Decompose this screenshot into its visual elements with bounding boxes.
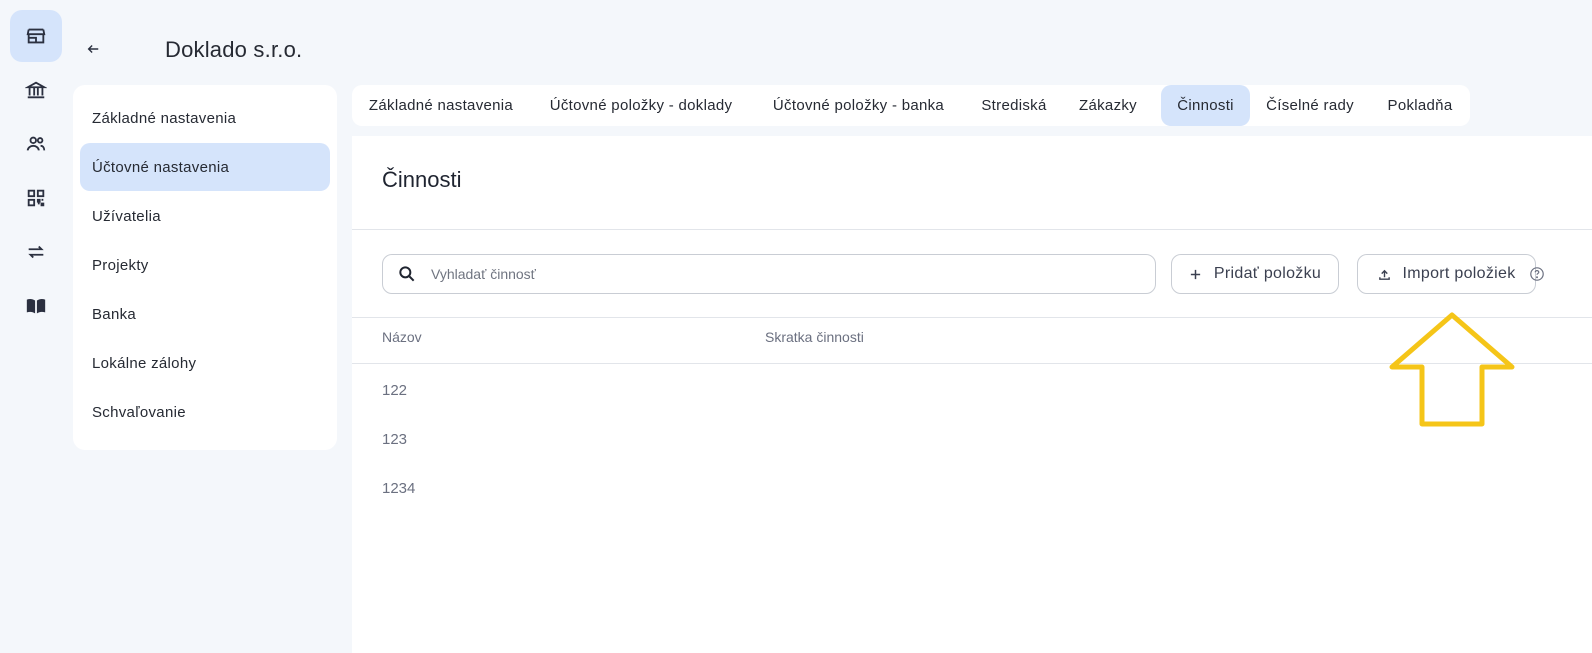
rail-bank-button[interactable] [10,64,62,116]
rail-users-button[interactable] [10,118,62,170]
divider [352,229,1592,230]
import-items-label: Import položiek [1402,265,1516,282]
settings-nav-item-basic[interactable]: Základné nastavenia [80,94,330,142]
search-input[interactable] [431,266,1111,282]
tab-orders[interactable]: Zákazky [1063,85,1153,126]
rail-book-button[interactable] [10,280,62,332]
tab-accounting-documents[interactable]: Účtovné položky - doklady [530,85,752,126]
settings-nav-item-users[interactable]: Užívatelia [80,192,330,240]
users-icon [26,136,46,151]
nav-item-label: Banka [92,305,137,323]
settings-nav: Základné nastavenia Účtovné nastavenia U… [73,85,337,450]
back-button[interactable] [80,36,106,62]
search-icon [399,266,415,282]
rail-store-button[interactable] [10,10,62,62]
nav-item-label: Účtovné nastavenia [92,158,230,176]
settings-nav-item-bank[interactable]: Banka [80,290,330,338]
settings-nav-item-accounting[interactable]: Účtovné nastavenia [80,143,330,191]
table-row[interactable]: 122 [382,382,407,399]
upload-icon [1378,269,1390,280]
nav-item-label: Lokálne zálohy [92,354,197,372]
help-icon[interactable] [1529,266,1545,282]
column-header-abbreviation[interactable]: Skratka činnosti [765,329,864,345]
column-header-name[interactable]: Názov [382,329,422,345]
rail-transfer-button[interactable] [10,226,62,278]
settings-nav-item-projects[interactable]: Projekty [80,241,330,289]
import-items-button[interactable]: Import položiek [1357,254,1536,294]
store-icon [26,28,46,44]
search-box [382,254,1156,294]
table-row[interactable]: 1234 [382,480,415,497]
add-item-label: Pridať položku [1213,265,1322,282]
nav-item-label: Projekty [92,256,149,274]
settings-nav-item-backups[interactable]: Lokálne zálohy [80,339,330,387]
nav-item-label: Užívatelia [92,207,161,225]
settings-nav-item-approval[interactable]: Schvaľovanie [80,388,330,436]
nav-item-label: Základné nastavenia [92,109,237,127]
settings-tabs: Základné nastavenia Účtovné položky - do… [352,85,1470,126]
tab-accounting-bank[interactable]: Účtovné položky - banka [752,85,965,126]
tab-activities[interactable]: Činnosti [1161,85,1250,126]
app-rail [0,0,72,653]
tab-cash-register[interactable]: Pokladňa [1370,85,1470,126]
tab-cost-centers[interactable]: Strediská [965,85,1063,126]
add-item-button[interactable]: Pridať položku [1171,254,1339,294]
bank-icon [25,81,47,99]
page-title: Činnosti [382,167,462,192]
arrow-left-icon [87,45,99,53]
arrow-up-annotation-icon [1389,312,1515,427]
company-name: Doklado s.r.o. [165,37,303,62]
rail-qr-button[interactable] [10,172,62,224]
tab-basic-settings[interactable]: Základné nastavenia [352,85,530,126]
table-row[interactable]: 123 [382,431,407,448]
nav-item-label: Schvaľovanie [92,403,186,421]
plus-icon [1190,269,1201,279]
qr-code-icon [27,189,45,207]
book-icon [26,298,46,314]
transfer-icon [28,245,44,259]
tab-number-series[interactable]: Číselné rady [1250,85,1370,126]
